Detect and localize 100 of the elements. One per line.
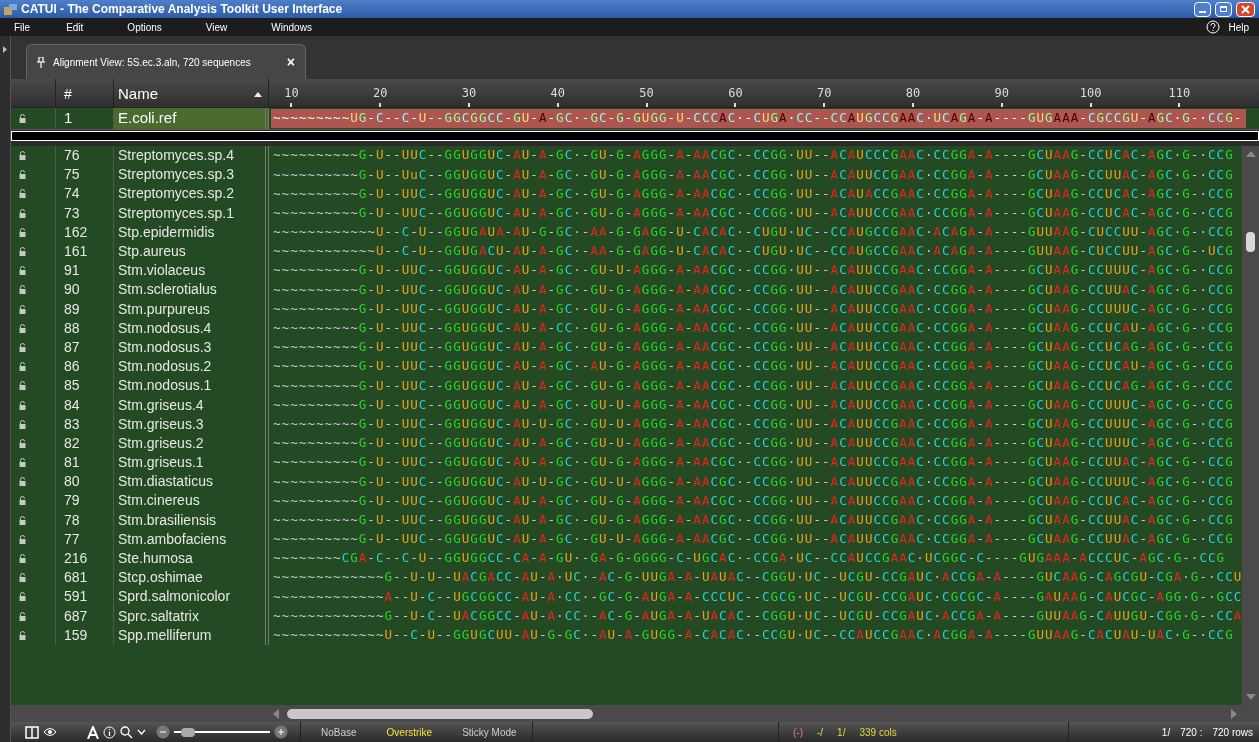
lock-icon[interactable] [19,496,26,506]
number-cell: 89 [56,299,114,319]
row-position: 720 rows [1212,725,1253,740]
scroll-right-icon[interactable] [1231,708,1237,719]
sequence-text: ~~~~~~~~~~~~U--C-U--GGUGAUA-AU-G-GC·-AA-G-GAGG-U-CACAC·-CUGU·UC--CCAUGCCGAAC·ACAGA-A----GUUAAG-CUCCUU-AGC·G-·CCG [273,226,1234,239]
lock-icon[interactable] [19,534,26,544]
number-cell: 79 [56,491,114,511]
name-cell: Stm.brasiliensis [114,510,269,530]
lock-icon[interactable] [19,189,26,199]
columns-icon[interactable] [25,725,39,739]
lock-icon[interactable] [19,227,26,237]
number-cell: 78 [56,510,114,530]
number-cell: 76 [56,146,114,166]
name-cell: Stp.epidermidis [114,222,269,242]
lock-icon[interactable] [19,323,26,333]
lock-icon[interactable] [19,285,26,295]
menu-item[interactable]: File [0,19,45,35]
sequence-text: ~~~~~~~~~~G-U--UUC--GGUGGUC-AU-A-GC·-AU-G-AGGG-A-AACGC·-CCGG·UU--ACAUUCCGAAC·CCGGA-A----GCUAAG-CCUCAU-AGC·G-·CCG [273,360,1234,373]
scroll-thumb[interactable] [287,708,593,719]
lock-icon[interactable] [19,554,26,564]
name-cell: Stm.violaceus [114,261,269,281]
number-cell: 82 [56,433,114,453]
lock-icon[interactable] [19,477,26,487]
name-cell: E.coli.ref [114,108,269,129]
lock-icon[interactable] [19,342,26,352]
sequence-text: ~~~~~~~~~~G-U--UUC--GGUGGUC-AU-A-GC·-GU-G-AGGG-A-AACGC·-CCGG·UU--ACAUUCCGAAC·CCGGA-A----GCUAAG-CCUCAC-AGC·G-·CCG [273,494,1234,508]
name-cell: Stm.ambofaciens [114,529,269,549]
lock-icon[interactable] [19,304,26,314]
pin-icon[interactable] [37,56,45,68]
document-tab[interactable]: Alignment View: 5S.ec.3.aln, 720 sequences × [26,44,306,79]
eye-icon[interactable] [43,727,57,737]
mode-toggle[interactable]: Overstrike [386,724,433,740]
menu-item[interactable]: Windows [249,19,334,35]
scroll-left-icon[interactable] [273,708,279,719]
expand-arrow-icon[interactable] [3,46,7,53]
lock-icon[interactable] [19,381,26,391]
lock-icon[interactable] [19,114,26,123]
restore-button[interactable] [1215,1,1232,17]
mode-toggle[interactable]: NoBase [321,724,357,740]
lock-icon[interactable] [19,266,26,276]
number-cell: 159 [56,625,114,645]
lock-icon[interactable] [19,208,26,218]
number-cell: 80 [56,472,114,492]
name-cell: Stm.cinereus [114,491,269,511]
zoom-in-icon[interactable] [274,725,288,739]
tab-close-button[interactable]: × [286,55,295,69]
help-menu[interactable]: Help [1224,19,1259,35]
name-cell: Streptomyces.sp.1 [114,203,269,223]
ruler-label: 50 [639,85,654,102]
sequence-text: ~~~~~~~~~~G-U--UUC--GGUGGUC-AU-A-GC·-GU-U-AGGG-A-AACGC·-CCGG·UU--ACAUUCCGAAC·CCGGA-A----GCUAAG-CCUUUC-AGC·G-·CCG [273,264,1234,277]
name-cell: Sprc.saltatrix [114,606,269,626]
lock-icon[interactable] [19,515,26,525]
number-column-header[interactable]: # [56,79,114,107]
vertical-scrollbar[interactable] [1242,146,1259,705]
lock-icon[interactable] [19,458,26,468]
number-cell: 687 [56,606,114,626]
mode-toggle[interactable]: Sticky Mode [462,724,517,740]
lock-icon[interactable] [19,630,26,640]
sequence-text: ~~~~~~~~~~G-U--UuC--GGUGGUC-AU-A-GC·-GU-G-AGGG-A-AACGC·-CCGG·UU--ACAUUCCGAAC·CCGGA-A----GCUAAG-CCUUAC-AGC·G-·CCG [273,168,1234,182]
info-icon[interactable] [103,725,116,739]
name-column-header[interactable]: Name [114,79,269,107]
lock-icon[interactable] [19,362,26,372]
sequence-text: ~~~~~~~~~~G-U--UUC--GGUGGUC-AU-A-GC·-GU-G-AGGG-A-AACGC·-CCGG·UU--ACAUUCCGAAC·CCGGA-A----GCUAAG-CCUCAG-AGC·G-·CCG [273,341,1234,354]
minimize-button[interactable] [1194,1,1211,17]
lock-icon[interactable] [19,151,26,161]
number-cell: 83 [56,414,114,434]
lock-icon[interactable] [19,419,26,429]
scroll-down-icon[interactable] [1245,694,1256,700]
horizontal-scrollbar[interactable] [11,705,1259,722]
number-cell: 591 [56,587,114,607]
lock-icon[interactable] [19,438,26,448]
lock-icon[interactable] [19,611,26,621]
name-cell: Spp.melliferum [114,625,269,645]
name-cell: Stm.griseus.4 [114,395,269,415]
close-icon[interactable] [1241,4,1250,14]
close-button[interactable] [1236,1,1255,17]
scroll-thumb[interactable] [1246,232,1255,252]
menu-item[interactable]: View [183,19,250,35]
lock-icon[interactable] [19,400,26,410]
ruler-label: 70 [816,85,832,102]
lock-icon[interactable] [19,592,26,602]
lock-icon[interactable] [19,573,26,583]
menu-item[interactable]: Edit [44,19,106,35]
sequence-text: ~~~~~~~~~~G-U--UUC--GGUGGUC-AU-A-GC·-GU-G-AGGG-A-AACGC·-CCGG·UU--ACAUUCCGAAC·CCGGA-A----GCUAAG-CCUUAC-AGC·G-·CCG [273,513,1234,527]
font-icon[interactable] [87,725,99,739]
lock-icon[interactable] [19,170,26,180]
zoom-out-icon[interactable] [156,725,170,739]
sequence-text: ~~~~~~~~~~~~U--C-U--GGUGACU-AU-A-GC·-AA-G-GAGG-U-CACAC·-CUGU·UC--CCAUGCCGAAC·ACAGA-A----GUUAAG-CUCCUU-AGC·G-·UCG [273,245,1234,258]
menu-item[interactable]: Options [105,19,184,35]
number-cell: 84 [56,395,114,415]
slider-thumb[interactable] [181,727,196,737]
number-cell: 681 [56,568,114,588]
lock-icon[interactable] [19,247,26,257]
zoom-slider[interactable] [174,727,270,737]
scroll-up-icon[interactable] [1245,151,1256,157]
help-icon[interactable] [1206,20,1221,34]
chevron-down-icon[interactable] [137,729,146,735]
ruler-label: 10 [284,85,299,102]
name-cell: Stm.sclerotialus [114,280,269,300]
search-icon[interactable] [120,725,133,739]
